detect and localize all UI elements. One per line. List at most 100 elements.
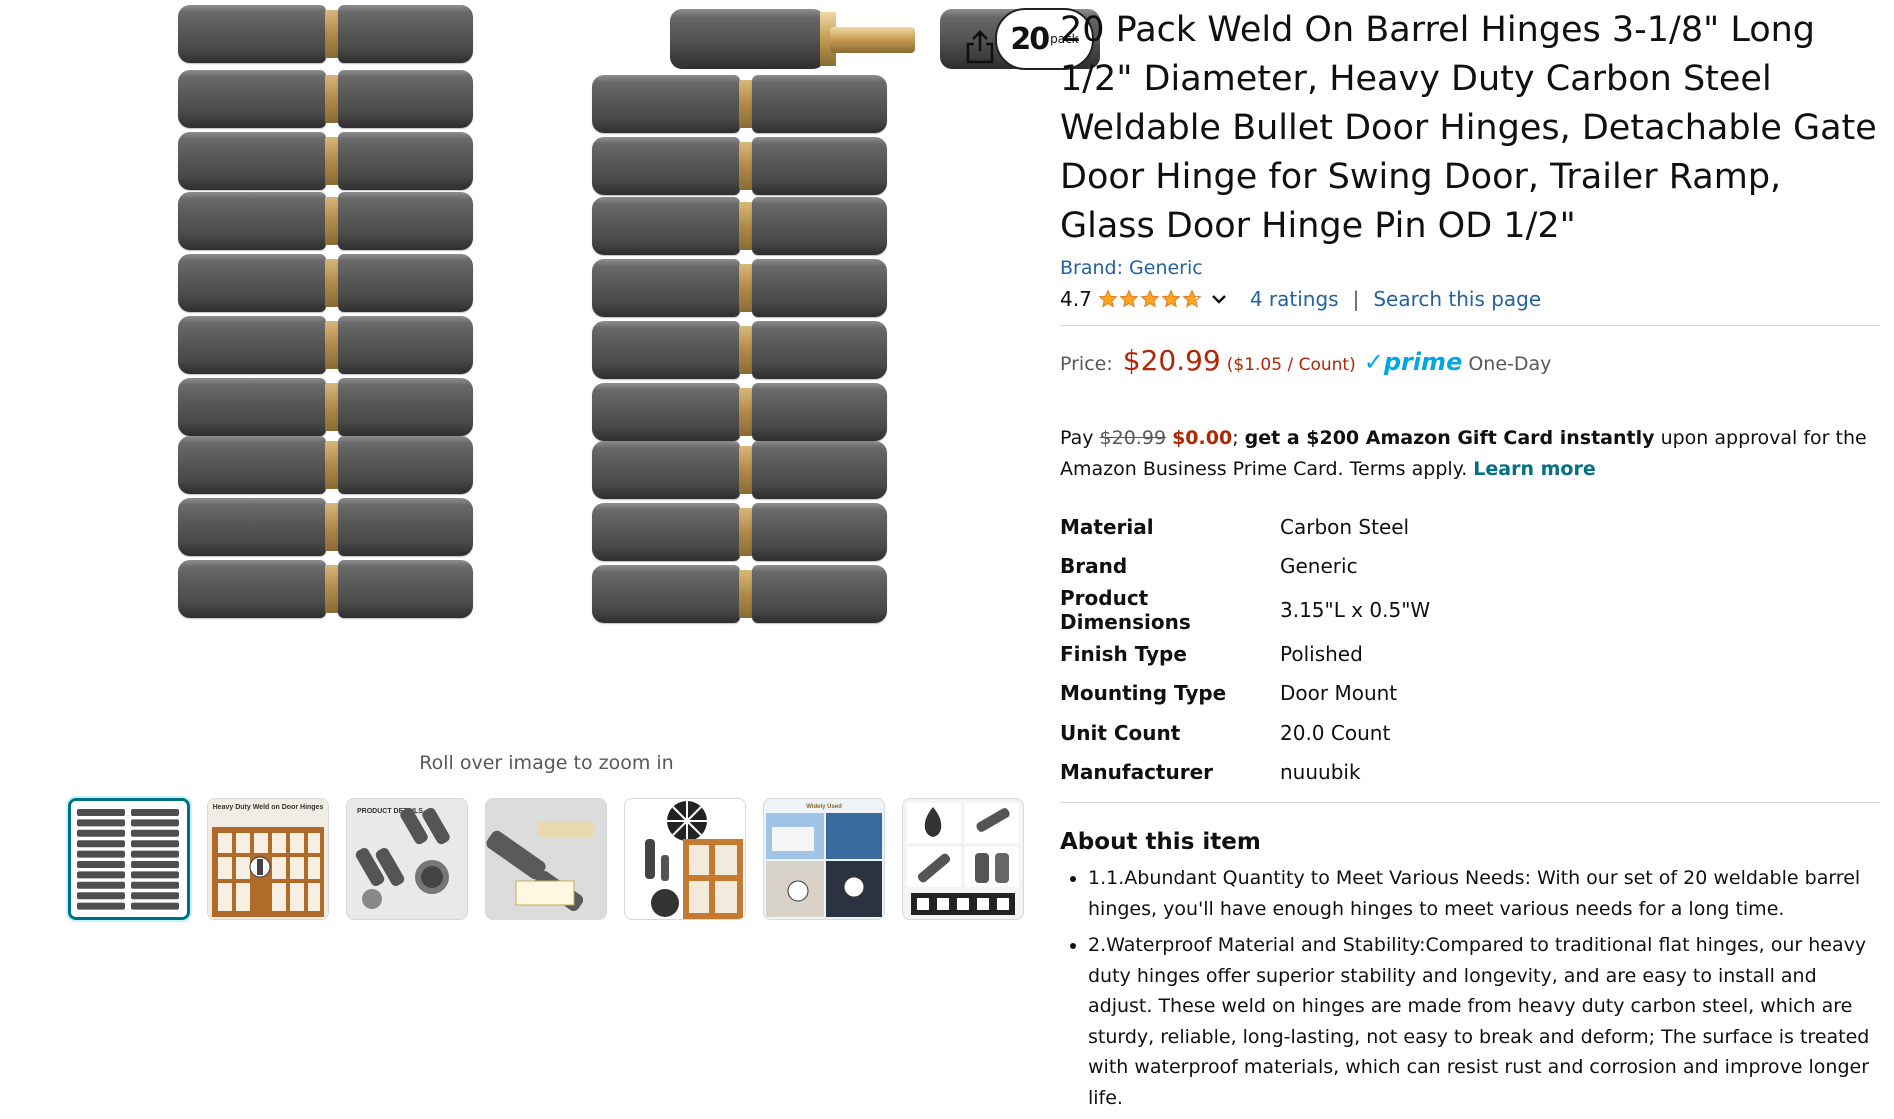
- brand-link[interactable]: Brand: Generic: [1060, 257, 1880, 279]
- star-icon: [1140, 289, 1160, 308]
- divider: [1060, 325, 1880, 326]
- spec-row: Finish Type Polished: [1060, 634, 1430, 674]
- thumb-heavy-duty-weld-image: Heavy Duty Weld on Door Hinges: [208, 799, 328, 919]
- spec-key: Material: [1060, 514, 1154, 539]
- hinge-image: [178, 436, 473, 494]
- thumb-hinge-mark: [131, 819, 179, 827]
- learn-more-link[interactable]: Learn more: [1473, 458, 1595, 480]
- price-per-unit: ($1.05 / Count): [1226, 355, 1356, 375]
- rating-row: 4.7 4 ratings | Search this page: [1060, 287, 1880, 311]
- product-info-panel: 20 Pack Weld On Barrel Hinges 3-1/8" Lon…: [1060, 0, 1880, 1119]
- spec-key: Product Dimensions: [1060, 586, 1191, 634]
- thumb-gate-usage-image: [625, 799, 745, 919]
- product-specs-table: Material Carbon Steel Brand Generic Product …: [1060, 507, 1430, 792]
- thumb-trailer-usage[interactable]: Widely Used: [763, 798, 885, 920]
- thumb-product-details[interactable]: PRODUCT DETAILS: [346, 798, 468, 920]
- thumb-features-grid[interactable]: [902, 798, 1024, 920]
- price-row: Price: $20.99 ($1.05 / Count) ✓ prime On…: [1060, 344, 1880, 377]
- thumb-hinge-mark: [131, 871, 179, 879]
- spec-row: Product Dimensions 3.15"L x 0.5"W: [1060, 586, 1430, 634]
- spec-row: Mounting Type Door Mount: [1060, 674, 1430, 714]
- promo-semicolon: ;: [1232, 427, 1239, 449]
- ratings-count-link[interactable]: 4 ratings: [1250, 287, 1339, 311]
- spec-key: Brand: [1060, 554, 1128, 579]
- gift-card-promo: Pay $20.99 $0.00; get a $200 Amazon Gift…: [1060, 423, 1880, 485]
- thumb-hinge-mark: [77, 819, 125, 827]
- about-bullets: 1.1.Abundant Quantity to Meet Various Ne…: [1060, 863, 1880, 1113]
- about-bullet: 2.Waterproof Material and Stability:Comp…: [1088, 930, 1880, 1113]
- star-icon: [1119, 289, 1139, 308]
- spec-key: Finish Type: [1060, 641, 1187, 666]
- thumb-hinge-mark: [77, 850, 125, 858]
- thumb-gate-usage[interactable]: [624, 798, 746, 920]
- thumb-trailer-usage-image: Widely Used: [764, 799, 884, 919]
- thumb-trailer-text: Widely Used: [806, 804, 842, 810]
- spec-row: Brand Generic: [1060, 547, 1430, 587]
- hinge-image: [178, 70, 473, 128]
- thumb-hinge-mark: [77, 840, 125, 848]
- spec-value: nuuubik: [1280, 760, 1361, 785]
- spec-value: 20.0 Count: [1280, 720, 1391, 745]
- price-value: $20.99: [1122, 344, 1221, 377]
- thumb-hinge-mark: [77, 871, 125, 879]
- thumb-hinge-mark: [77, 881, 125, 889]
- star-icon: [1098, 289, 1118, 308]
- thumb-hinge-mark: [77, 829, 125, 837]
- prime-check-icon: ✓: [1363, 348, 1384, 376]
- spec-value: Generic: [1280, 554, 1358, 579]
- thumbnail-strip: Heavy Duty Weld on Door Hinges PRODUCT D…: [68, 798, 1024, 920]
- hinge-image: [178, 378, 473, 436]
- divider: [1060, 802, 1880, 803]
- thumb-hinge-mark: [131, 850, 179, 858]
- spec-value: 3.15"L x 0.5"W: [1280, 598, 1431, 622]
- thumb-heavy-duty-weld[interactable]: Heavy Duty Weld on Door Hinges: [207, 798, 329, 920]
- hinge-image: [592, 197, 887, 255]
- share-icon[interactable]: [965, 30, 995, 64]
- spec-row: Manufacturer nuuubik: [1060, 753, 1430, 793]
- hinge-image: [592, 565, 887, 623]
- thumb-hinge-mark: [77, 892, 125, 900]
- thumb-hinge-grid-image: [71, 801, 187, 917]
- thumb-single-hinge-image: [486, 799, 606, 919]
- spec-value: Carbon Steel: [1280, 514, 1410, 539]
- thumb-features-grid-image: [903, 799, 1023, 919]
- thumb-hinge-mark: [131, 809, 179, 816]
- thumb-hinge-mark: [131, 829, 179, 837]
- thumb-hinge-mark: [77, 861, 125, 868]
- thumb-hinge-grid[interactable]: [68, 798, 190, 920]
- promo-gift-text: get a $200 Amazon Gift Card instantly: [1244, 427, 1655, 449]
- hinge-image: [178, 132, 473, 190]
- zoom-hint: Roll over image to zoom in: [419, 752, 674, 774]
- search-this-page-link[interactable]: Search this page: [1373, 287, 1541, 311]
- thumb-hinge-mark: [131, 902, 179, 910]
- promo-new-price: $0.00: [1172, 427, 1233, 449]
- hinge-image: [592, 383, 887, 441]
- prime-badge: ✓ prime One-Day: [1364, 348, 1552, 376]
- separator: |: [1352, 287, 1360, 311]
- hinge-image: [592, 503, 887, 561]
- hinge-image: [178, 192, 473, 250]
- thumb-hinge-mark: [131, 840, 179, 848]
- prime-delivery-speed: One-Day: [1468, 353, 1552, 375]
- star-rating[interactable]: [1098, 289, 1202, 309]
- promo-pay: Pay: [1060, 427, 1094, 449]
- main-product-image[interactable]: 20 pack: [170, 0, 1100, 740]
- spec-value: Door Mount: [1280, 681, 1398, 706]
- spec-key: Unit Count: [1060, 720, 1181, 745]
- thumb-hinge-mark: [77, 902, 125, 910]
- hinge-image: [178, 5, 473, 63]
- thumb-hinge-mark: [131, 861, 179, 868]
- badge-number: 20: [1010, 21, 1050, 57]
- hinge-image: [178, 560, 473, 618]
- product-title: 20 Pack Weld On Barrel Hinges 3-1/8" Lon…: [1060, 10, 1877, 246]
- thumb-hinge-mark: [77, 809, 125, 816]
- hinge-image: [592, 259, 887, 317]
- thumb-single-hinge[interactable]: [485, 798, 607, 920]
- spec-row: Material Carbon Steel: [1060, 507, 1430, 547]
- thumb-hinge-mark: [131, 892, 179, 900]
- chevron-down-icon[interactable]: [1210, 290, 1228, 308]
- star-icon: [1182, 289, 1202, 308]
- rating-value: 4.7: [1060, 287, 1092, 311]
- hinge-image: [592, 321, 887, 379]
- thumb-product-details-image: PRODUCT DETAILS: [347, 799, 467, 919]
